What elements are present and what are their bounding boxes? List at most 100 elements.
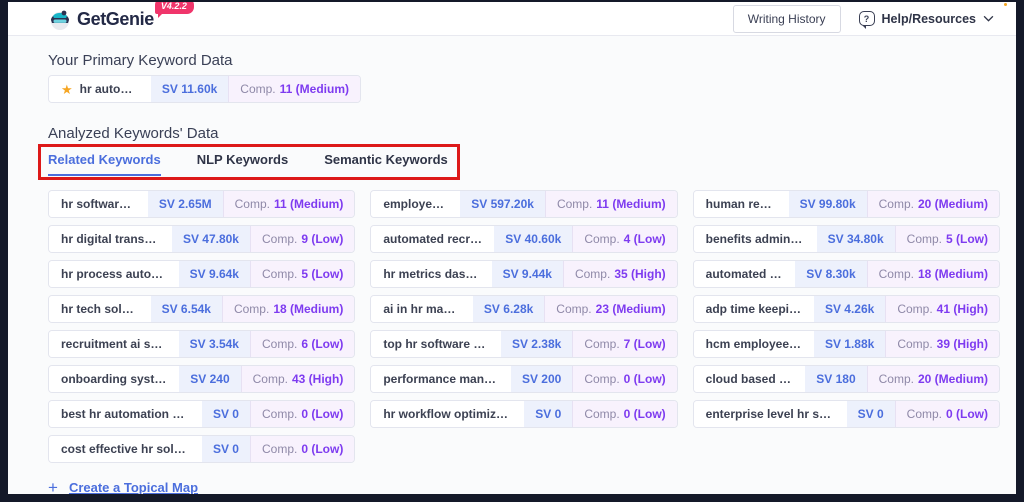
keyword-chip[interactable]: benefits administration software SV 34.8…: [693, 225, 1000, 253]
keyword-comp-badge: Comp. 41 (High): [885, 296, 999, 322]
keyword-comp-badge: Comp. 5 (Low): [895, 226, 999, 252]
keyword-comp-badge: Comp. 35 (High): [563, 261, 677, 287]
keyword-sv-badge: SV 240: [179, 366, 240, 392]
keyword-chip[interactable]: employee management softw... SV 597.20k …: [370, 190, 677, 218]
keyword-chip[interactable]: best hr automation platforms SV 0 Comp. …: [48, 400, 355, 428]
keyword-chip[interactable]: recruitment ai software SV 3.54k Comp. 6…: [48, 330, 355, 358]
keyword-text: recruitment ai software: [49, 331, 179, 357]
keyword-chip[interactable]: automated payroll system SV 8.30k Comp. …: [693, 260, 1000, 288]
keyword-comp-badge: Comp. 20 (Medium): [867, 366, 999, 392]
keyword-text: employee management softw...: [371, 191, 460, 217]
keyword-sv-badge: SV 1.88k: [814, 331, 885, 357]
keyword-chip[interactable]: hr process automation SV 9.64k Comp. 5 (…: [48, 260, 355, 288]
keyword-comp-badge: Comp. 0 (Low): [895, 401, 999, 427]
tab-semantic-keywords[interactable]: Semantic Keywords: [324, 152, 448, 176]
keyword-text: benefits administration software: [694, 226, 817, 252]
keyword-comp-badge: Comp. 23 (Medium): [544, 296, 676, 322]
keyword-sv-badge: SV 0: [524, 401, 572, 427]
keyword-chip[interactable]: top hr software companies SV 2.38k Comp.…: [370, 330, 677, 358]
keyword-tabs: Related Keywords NLP Keywords Semantic K…: [48, 146, 448, 176]
keyword-sv-badge: SV 3.54k: [179, 331, 250, 357]
keyword-grid: hr software small business SV 2.65M Comp…: [48, 190, 1000, 463]
keyword-text: top hr software companies: [371, 331, 501, 357]
tab-related-keywords[interactable]: Related Keywords: [48, 152, 161, 176]
primary-keyword-comp-badge: Comp. 11 (Medium): [228, 76, 360, 102]
keyword-comp-badge: Comp. 5 (Low): [250, 261, 354, 287]
keyword-text: adp time keeping: [694, 296, 814, 322]
keyword-sv-badge: SV 200: [511, 366, 572, 392]
keyword-sv-badge: SV 99.80k: [789, 191, 867, 217]
top-bar: GetGenie V4.2.2 Writing History ? Help/R…: [8, 2, 1016, 36]
keyword-chip[interactable]: hr workflow optimization SV 0 Comp. 0 (L…: [370, 400, 677, 428]
version-badge: V4.2.2: [155, 2, 194, 14]
keyword-comp-badge: Comp. 7 (Low): [572, 331, 676, 357]
keyword-sv-badge: SV 2.38k: [501, 331, 572, 357]
keyword-chip[interactable]: cost effective hr solutions for startups…: [48, 435, 355, 463]
keyword-text: performance management software s...: [371, 366, 511, 392]
keyword-sv-badge: SV 180: [805, 366, 866, 392]
keyword-comp-badge: Comp. 6 (Low): [250, 331, 354, 357]
help-resources-menu[interactable]: ? Help/Resources: [859, 11, 994, 26]
brand-logo: GetGenie V4.2.2: [48, 7, 197, 31]
keyword-chip[interactable]: human resources software SV 99.80k Comp.…: [693, 190, 1000, 218]
keyword-comp-badge: Comp. 43 (High): [241, 366, 355, 392]
keyword-sv-badge: SV 8.30k: [795, 261, 866, 287]
keyword-comp-badge: Comp. 11 (Medium): [545, 191, 677, 217]
create-topical-map-label: Create a Topical Map: [69, 480, 198, 494]
keyword-text: human resources software: [694, 191, 789, 217]
keyword-comp-badge: Comp. 0 (Low): [250, 401, 354, 427]
keyword-sv-badge: SV 34.80k: [817, 226, 895, 252]
keyword-comp-badge: Comp. 0 (Low): [572, 366, 676, 392]
keyword-text: cost effective hr solutions for startups: [49, 436, 202, 462]
keyword-chip[interactable]: ai in hr management SV 6.28k Comp. 23 (M…: [370, 295, 677, 323]
keyword-comp-badge: Comp. 18 (Medium): [222, 296, 354, 322]
primary-keyword-chip[interactable]: ★ hr automation tools SV 11.60k Comp. 11…: [48, 75, 361, 103]
keyword-text: cloud based hr tools: [694, 366, 806, 392]
primary-keyword-section-title: Your Primary Keyword Data: [48, 52, 1000, 69]
keyword-chip[interactable]: cloud based hr tools SV 180 Comp. 20 (Me…: [693, 365, 1000, 393]
keyword-sv-badge: SV 6.54k: [151, 296, 222, 322]
keyword-sv-badge: SV 40.60k: [494, 226, 572, 252]
keyword-chip[interactable]: hr software small business SV 2.65M Comp…: [48, 190, 355, 218]
keyword-text: onboarding systems and software: [49, 366, 179, 392]
keyword-text: hr tech solutions: [49, 296, 151, 322]
keyword-comp-badge: Comp. 0 (Low): [250, 436, 354, 462]
create-topical-map-link[interactable]: + Create a Topical Map: [48, 479, 198, 494]
keyword-sv-badge: SV 4.26k: [814, 296, 885, 322]
tab-nlp-keywords[interactable]: NLP Keywords: [197, 152, 289, 176]
keyword-sv-badge: SV 2.65M: [148, 191, 223, 217]
keyword-chip[interactable]: hcm employee self service SV 1.88k Comp.…: [693, 330, 1000, 358]
keyword-text: hr workflow optimization: [371, 401, 524, 427]
writing-history-button[interactable]: Writing History: [733, 5, 841, 33]
analyzed-keywords-section-title: Analyzed Keywords' Data: [48, 125, 1000, 142]
keyword-sv-badge: SV 0: [847, 401, 895, 427]
keyword-tabs-wrap: Related Keywords NLP Keywords Semantic K…: [48, 146, 448, 176]
keyword-comp-badge: Comp. 4 (Low): [572, 226, 676, 252]
keyword-text: hr metrics dashboard: [371, 261, 491, 287]
keyword-chip[interactable]: hr metrics dashboard SV 9.44k Comp. 35 (…: [370, 260, 677, 288]
keyword-chip[interactable]: enterprise level hr systems SV 0 Comp. 0…: [693, 400, 1000, 428]
primary-keyword-sv-badge: SV 11.60k: [151, 76, 228, 102]
keyword-chip[interactable]: adp time keeping SV 4.26k Comp. 41 (High…: [693, 295, 1000, 323]
keyword-comp-badge: Comp. 39 (High): [885, 331, 999, 357]
keyword-comp-badge: Comp. 0 (Low): [572, 401, 676, 427]
keyword-comp-badge: Comp. 9 (Low): [250, 226, 354, 252]
keyword-comp-badge: Comp. 18 (Medium): [867, 261, 999, 287]
keyword-sv-badge: SV 6.28k: [473, 296, 544, 322]
keyword-sv-badge: SV 47.80k: [172, 226, 250, 252]
keyword-chip[interactable]: performance management software s... SV …: [370, 365, 677, 393]
keyword-chip[interactable]: onboarding systems and software SV 240 C…: [48, 365, 355, 393]
keyword-text: hr software small business: [49, 191, 148, 217]
primary-keyword-text: ★ hr automation tools: [49, 76, 151, 102]
keyword-text: hcm employee self service: [694, 331, 814, 357]
help-resources-label: Help/Resources: [882, 12, 976, 26]
star-icon: ★: [61, 83, 73, 96]
keyword-sv-badge: SV 0: [202, 401, 250, 427]
getgenie-mascot-icon: [48, 7, 72, 31]
keyword-text: best hr automation platforms: [49, 401, 202, 427]
keyword-text: enterprise level hr systems: [694, 401, 847, 427]
keyword-chip[interactable]: automated recruitment tools SV 40.60k Co…: [370, 225, 677, 253]
keyword-chip[interactable]: hr digital transformation SV 47.80k Comp…: [48, 225, 355, 253]
keyword-chip[interactable]: hr tech solutions SV 6.54k Comp. 18 (Med…: [48, 295, 355, 323]
keyword-sv-badge: SV 9.44k: [492, 261, 563, 287]
